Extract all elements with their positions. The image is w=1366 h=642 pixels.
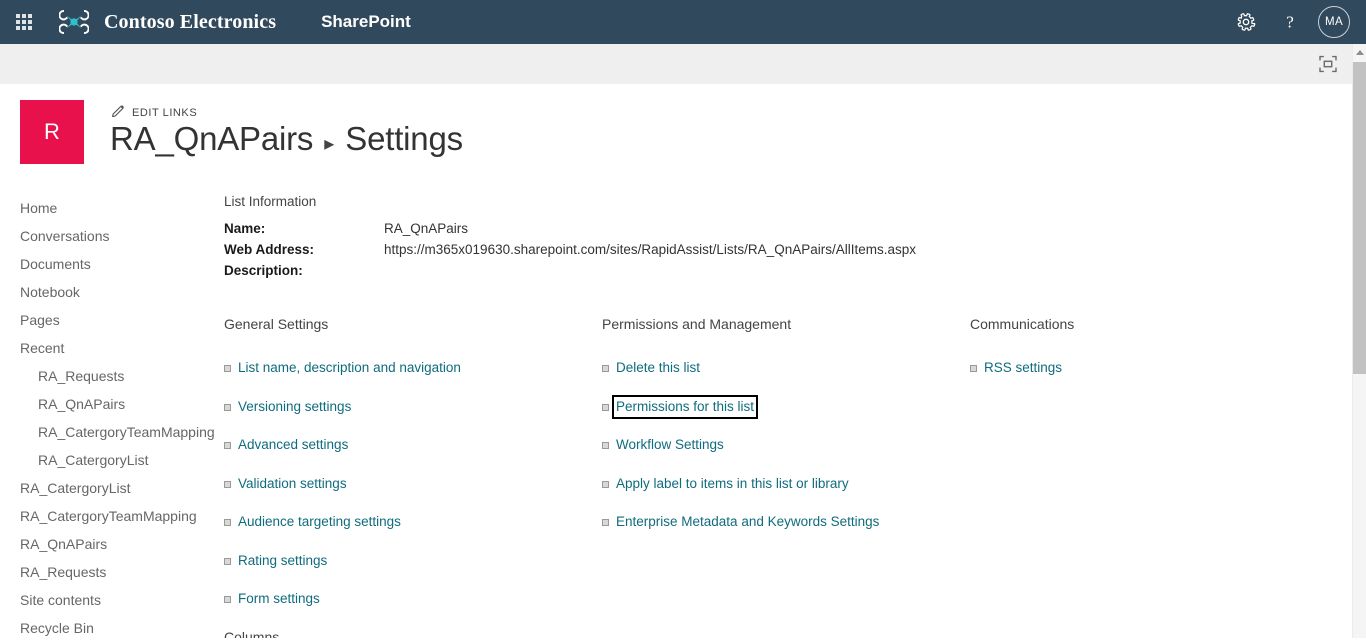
bullet-square-icon: [602, 365, 609, 372]
settings-link-row: List name, description and navigation: [224, 360, 602, 376]
settings-link-row: Delete this list: [602, 360, 970, 376]
settings-link-versioning-settings[interactable]: Versioning settings: [238, 399, 351, 415]
settings-link-list-name-description-and-navigation[interactable]: List name, description and navigation: [238, 360, 461, 376]
nav-item-ra-catergoryteammapping[interactable]: RA_CatergoryTeamMapping: [0, 418, 215, 446]
settings-link-row: Apply label to items in this list or lib…: [602, 476, 970, 492]
nav-item-site-contents[interactable]: Site contents: [0, 586, 215, 614]
command-strip: [0, 44, 1352, 84]
bullet-square-icon: [970, 365, 977, 372]
nav-item-ra-catergorylist[interactable]: RA_CatergoryList: [0, 446, 215, 474]
settings-link-row: RSS settings: [970, 360, 1270, 376]
info-row: Web Address: https://m365x019630.sharepoi…: [224, 239, 1344, 260]
app-name-sharepoint[interactable]: SharePoint: [321, 12, 411, 32]
bullet-square-icon: [224, 403, 231, 411]
settings-link-delete-this-list[interactable]: Delete this list: [616, 360, 700, 376]
nav-item-ra-catergorylist[interactable]: RA_CatergoryList: [0, 474, 215, 502]
settings-link-audience-targeting-settings[interactable]: Audience targeting settings: [238, 514, 401, 530]
info-value: https://m365x019630.sharepoint.com/sites…: [384, 242, 916, 257]
settings-columns: General Settings List name, description …: [224, 316, 1344, 630]
breadcrumb: RA_QnAPairs ▸ Settings: [110, 120, 463, 158]
list-information-rows: Name: RA_QnAPairs Web Address: https://m365…: [224, 218, 1344, 281]
nav-item-home[interactable]: Home: [0, 194, 215, 222]
settings-link-row: Workflow Settings: [602, 437, 970, 453]
settings-link-advanced-settings[interactable]: Advanced settings: [238, 437, 348, 453]
info-label: Description:: [224, 263, 303, 278]
column-heading-communications: Communications: [970, 316, 1075, 332]
nav-item-ra-qnapairs[interactable]: RA_QnAPairs: [0, 390, 215, 418]
page-body: R EDIT LINKS RA_QnAPairs ▸ Settings Home…: [0, 84, 1352, 638]
left-navigation: Home Conversations Documents Notebook Pages R…: [0, 194, 215, 642]
settings-link-row: Validation settings: [224, 476, 602, 492]
bullet-square-icon: [602, 442, 609, 449]
settings-link-workflow-settings[interactable]: Workflow Settings: [616, 437, 724, 453]
bullet-square-icon: [602, 480, 609, 488]
nav-item-ra-qnapairs[interactable]: RA_QnAPairs: [0, 530, 215, 558]
bullet-square-icon: [224, 596, 231, 603]
info-label: Web Address:: [224, 242, 315, 257]
bullet-square-icon: [224, 557, 231, 565]
settings-link-validation-settings[interactable]: Validation settings: [238, 476, 347, 492]
bullet-square-icon: [224, 480, 231, 488]
settings-link-row: Form settings: [224, 591, 602, 607]
column-permissions-and-management: Permissions and Management Delete this l…: [602, 316, 970, 630]
help-question-icon[interactable]: ?: [1268, 0, 1312, 44]
waffle-grid: [16, 14, 32, 30]
gear-icon[interactable]: [1224, 0, 1268, 44]
columns-section-partial-heading: Columns: [224, 629, 280, 638]
site-logo-tile[interactable]: R: [20, 100, 84, 164]
nav-item-ra-requests[interactable]: RA_Requests: [0, 558, 215, 586]
nav-item-ra-catergoryteammapping[interactable]: RA_CatergoryTeamMapping: [0, 502, 215, 530]
settings-link-rss-settings[interactable]: RSS settings: [984, 360, 1062, 376]
column-heading-permissions: Permissions and Management: [602, 316, 792, 332]
settings-link-row: Enterprise Metadata and Keywords Setting…: [602, 514, 970, 530]
brand-name[interactable]: Contoso Electronics: [104, 11, 276, 34]
settings-link-permissions-for-this-list[interactable]: Permissions for this list: [611, 394, 759, 419]
settings-link-row: Audience targeting settings: [224, 514, 602, 530]
settings-link-form-settings[interactable]: Form settings: [238, 591, 320, 607]
bullet-square-icon: [224, 442, 231, 449]
settings-link-apply-label-to-items-in-this-list-or-library[interactable]: Apply label to items in this list or lib…: [616, 476, 849, 492]
nav-item-notebook[interactable]: Notebook: [0, 278, 215, 306]
nav-item-ra-requests[interactable]: RA_Requests: [0, 362, 215, 390]
bullet-square-icon: [602, 403, 609, 411]
settings-link-row: Permissions for this list: [602, 394, 970, 419]
app-launcher-waffle-icon[interactable]: [0, 0, 48, 44]
settings-link-enterprise-metadata-and-keywords-settings[interactable]: Enterprise Metadata and Keywords Setting…: [616, 514, 879, 530]
bullet-square-icon: [224, 365, 231, 372]
nav-item-conversations[interactable]: Conversations: [0, 222, 215, 250]
avatar[interactable]: MA: [1318, 6, 1350, 38]
suite-bar-actions: ? MA: [1224, 0, 1366, 44]
column-general-settings: General Settings List name, description …: [224, 316, 602, 630]
edit-links-label: EDIT LINKS: [132, 107, 198, 119]
svg-text:?: ?: [1286, 13, 1294, 32]
settings-link-rating-settings[interactable]: Rating settings: [238, 553, 327, 569]
column-heading-general: General Settings: [224, 316, 329, 332]
info-row: Description:: [224, 260, 1344, 281]
info-label: Name:: [224, 221, 266, 236]
breadcrumb-separator-icon: ▸: [324, 133, 335, 155]
settings-link-row: Versioning settings: [224, 399, 602, 415]
page-scrollbar[interactable]: [1352, 44, 1366, 638]
main-content: List Information Name: RA_QnAPairs Web Add…: [224, 194, 1344, 630]
site-header: R EDIT LINKS RA_QnAPairs ▸ Settings: [0, 84, 1352, 188]
nav-item-documents[interactable]: Documents: [0, 250, 215, 278]
contoso-drone-logo-icon[interactable]: [54, 0, 94, 44]
nav-item-recent[interactable]: Recent: [0, 334, 215, 362]
nav-item-pages[interactable]: Pages: [0, 306, 215, 334]
settings-link-row: Rating settings: [224, 553, 602, 569]
suite-bar: Contoso Electronics SharePoint ? MA: [0, 0, 1366, 44]
scrollbar-thumb[interactable]: [1353, 62, 1366, 374]
info-value: RA_QnAPairs: [384, 221, 469, 236]
page-title-list[interactable]: RA_QnAPairs: [110, 120, 313, 158]
scrollbar-up-arrow-icon[interactable]: [1353, 44, 1366, 61]
settings-link-row: Advanced settings: [224, 437, 602, 453]
bullet-square-icon: [224, 519, 231, 526]
list-information-heading: List Information: [224, 194, 317, 209]
bullet-square-icon: [602, 519, 609, 526]
focus-on-content-icon[interactable]: [1308, 44, 1348, 84]
page-title-settings: Settings: [345, 120, 463, 157]
info-row: Name: RA_QnAPairs: [224, 218, 1344, 239]
column-communications: Communications RSS settings: [970, 316, 1270, 630]
